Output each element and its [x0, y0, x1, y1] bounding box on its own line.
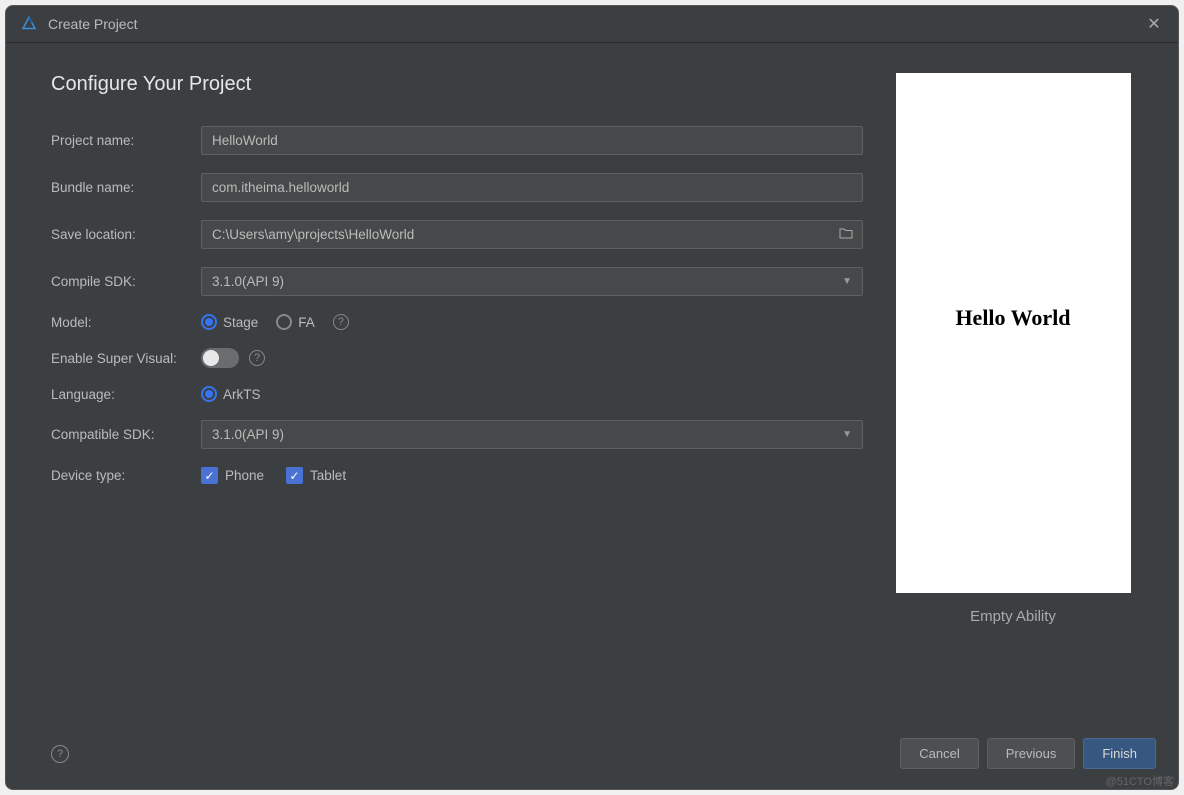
- row-compile-sdk: Compile SDK: 3.1.0(API 9) ▼: [51, 267, 863, 296]
- device-phone-checkbox[interactable]: ✓ Phone: [201, 467, 264, 484]
- label-project-name: Project name:: [51, 133, 201, 148]
- checkbox-checked-icon: ✓: [286, 467, 303, 484]
- model-stage-label: Stage: [223, 315, 258, 330]
- help-super-visual-icon[interactable]: ?: [249, 350, 265, 366]
- watermark: @51CTO博客: [1106, 773, 1174, 789]
- preview-area: Hello World Empty Ability: [893, 73, 1133, 714]
- browse-folder-icon[interactable]: [839, 226, 853, 244]
- form-area: Configure Your Project Project name: Bun…: [51, 73, 893, 714]
- cancel-button[interactable]: Cancel: [900, 738, 978, 769]
- radio-checked-icon: [201, 386, 217, 402]
- compatible-sdk-value: 3.1.0(API 9): [212, 427, 284, 442]
- create-project-dialog: Create Project ✕ Configure Your Project …: [5, 5, 1179, 790]
- row-language: Language: ArkTS: [51, 386, 863, 402]
- chevron-down-icon: ▼: [842, 429, 852, 440]
- row-compatible-sdk: Compatible SDK: 3.1.0(API 9) ▼: [51, 420, 863, 449]
- row-super-visual: Enable Super Visual: ?: [51, 348, 863, 368]
- label-compile-sdk: Compile SDK:: [51, 274, 201, 289]
- compatible-sdk-dropdown[interactable]: 3.1.0(API 9) ▼: [201, 420, 863, 449]
- help-footer-icon[interactable]: ?: [51, 745, 69, 763]
- language-arkts-radio[interactable]: ArkTS: [201, 386, 261, 402]
- device-tablet-label: Tablet: [310, 468, 346, 483]
- preview-label: Empty Ability: [970, 608, 1056, 625]
- model-fa-radio[interactable]: FA: [276, 314, 315, 330]
- row-project-name: Project name:: [51, 126, 863, 155]
- row-model: Model: Stage FA ?: [51, 314, 863, 330]
- row-bundle-name: Bundle name:: [51, 173, 863, 202]
- bundle-name-input[interactable]: [201, 173, 863, 202]
- device-phone-label: Phone: [225, 468, 264, 483]
- save-location-input[interactable]: [201, 220, 863, 249]
- label-super-visual: Enable Super Visual:: [51, 351, 201, 366]
- dialog-content: Configure Your Project Project name: Bun…: [6, 43, 1178, 724]
- window-title: Create Project: [48, 16, 1144, 32]
- preview-text: Hello World: [955, 305, 1070, 331]
- label-model: Model:: [51, 315, 201, 330]
- help-model-icon[interactable]: ?: [333, 314, 349, 330]
- label-compatible-sdk: Compatible SDK:: [51, 427, 201, 442]
- compile-sdk-value: 3.1.0(API 9): [212, 274, 284, 289]
- row-save-location: Save location:: [51, 220, 863, 249]
- app-logo-icon: [20, 15, 38, 33]
- preview-canvas: Hello World: [896, 73, 1131, 593]
- chevron-down-icon: ▼: [842, 276, 852, 287]
- label-save-location: Save location:: [51, 227, 201, 242]
- finish-button[interactable]: Finish: [1083, 738, 1156, 769]
- project-name-input[interactable]: [201, 126, 863, 155]
- previous-button[interactable]: Previous: [987, 738, 1076, 769]
- radio-checked-icon: [201, 314, 217, 330]
- super-visual-toggle[interactable]: [201, 348, 239, 368]
- checkbox-checked-icon: ✓: [201, 467, 218, 484]
- label-language: Language:: [51, 387, 201, 402]
- dialog-footer: ? Cancel Previous Finish: [6, 724, 1178, 789]
- title-bar: Create Project ✕: [6, 6, 1178, 43]
- label-device-type: Device type:: [51, 468, 201, 483]
- model-fa-label: FA: [298, 315, 315, 330]
- label-bundle-name: Bundle name:: [51, 180, 201, 195]
- device-tablet-checkbox[interactable]: ✓ Tablet: [286, 467, 346, 484]
- close-icon[interactable]: ✕: [1144, 14, 1164, 34]
- compile-sdk-dropdown[interactable]: 3.1.0(API 9) ▼: [201, 267, 863, 296]
- radio-unchecked-icon: [276, 314, 292, 330]
- model-stage-radio[interactable]: Stage: [201, 314, 258, 330]
- page-heading: Configure Your Project: [51, 73, 863, 96]
- row-device-type: Device type: ✓ Phone ✓ Tablet: [51, 467, 863, 484]
- language-arkts-label: ArkTS: [223, 387, 261, 402]
